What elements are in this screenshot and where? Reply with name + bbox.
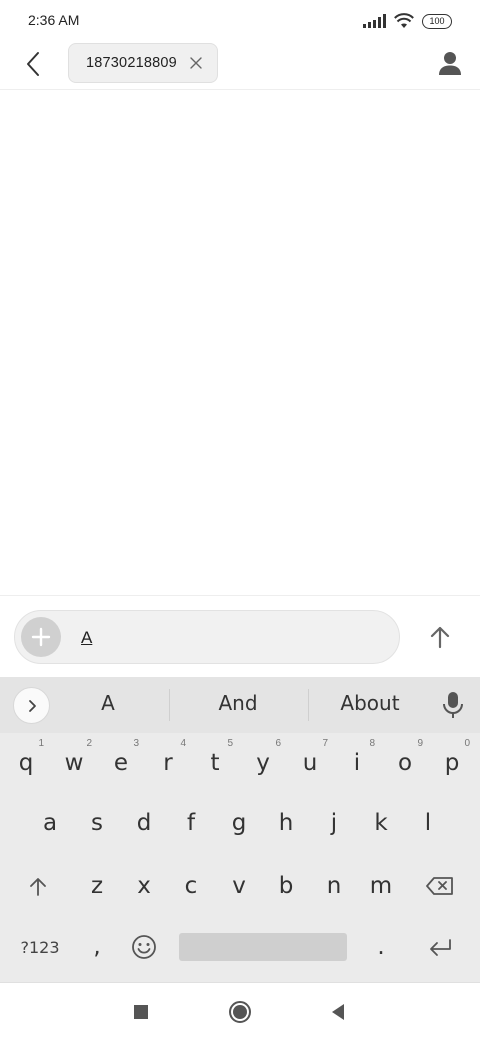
contact-button[interactable] [434, 48, 466, 80]
key-h[interactable]: h [264, 797, 308, 849]
key-n[interactable]: n [312, 860, 356, 912]
key-m[interactable]: m [359, 860, 403, 912]
suggestion-2[interactable]: And [173, 691, 303, 715]
send-button[interactable] [424, 621, 456, 653]
triangle-back-icon [332, 1004, 344, 1020]
compose-bar: A [0, 595, 480, 677]
key-o[interactable]: o9 [383, 737, 427, 789]
key-s[interactable]: s [75, 797, 119, 849]
key-l[interactable]: l [406, 797, 450, 849]
comma-key[interactable]: , [75, 921, 119, 973]
message-input[interactable]: A [14, 610, 400, 664]
key-u[interactable]: u7 [288, 737, 332, 789]
period-key[interactable]: . [359, 921, 403, 973]
wifi-icon [394, 13, 414, 28]
key-j[interactable]: j [312, 797, 356, 849]
key-v[interactable]: v [217, 860, 261, 912]
key-x[interactable]: x [122, 860, 166, 912]
backspace-key[interactable] [418, 860, 462, 912]
key-q[interactable]: q1 [4, 737, 48, 789]
enter-key[interactable] [418, 921, 462, 973]
key-b[interactable]: b [264, 860, 308, 912]
key-e[interactable]: e3 [99, 737, 143, 789]
backspace-icon [426, 877, 453, 895]
microphone-icon [443, 692, 463, 718]
system-nav-bar [0, 982, 480, 1040]
status-time: 2:36 AM [28, 12, 80, 28]
key-g[interactable]: g [217, 797, 261, 849]
key-t[interactable]: t5 [193, 737, 237, 789]
emoji-key[interactable] [122, 921, 166, 973]
enter-icon [430, 939, 451, 956]
space-key[interactable] [179, 933, 347, 961]
signal-icon [363, 14, 386, 28]
message-text: A [81, 628, 93, 647]
key-a[interactable]: a [28, 797, 72, 849]
recents-button[interactable] [127, 998, 155, 1026]
home-button[interactable] [226, 998, 254, 1026]
key-w[interactable]: w2 [52, 737, 96, 789]
key-d[interactable]: d [122, 797, 166, 849]
key-r[interactable]: r4 [146, 737, 190, 789]
person-icon [439, 52, 461, 75]
key-c[interactable]: c [169, 860, 213, 912]
suggestion-divider [169, 689, 170, 721]
plus-icon [31, 627, 51, 647]
message-list [0, 91, 480, 594]
attach-button[interactable] [21, 617, 61, 657]
key-z[interactable]: z [75, 860, 119, 912]
emoji-icon [132, 935, 156, 959]
key-i[interactable]: i8 [335, 737, 379, 789]
key-y[interactable]: y6 [241, 737, 285, 789]
circle-icon [229, 1001, 251, 1023]
key-p[interactable]: p0 [430, 737, 474, 789]
status-icons: 100 [363, 12, 452, 30]
arrow-left-icon [27, 52, 39, 76]
back-button[interactable] [18, 48, 50, 80]
status-bar: 2:36 AM 100 [0, 0, 480, 42]
recipient-number: 18730218809 [86, 55, 177, 71]
suggestion-bar: A And About [0, 677, 480, 733]
conversation-header: 18730218809 [0, 42, 480, 90]
suggestion-1[interactable]: A [43, 691, 173, 715]
voice-input-button[interactable] [440, 690, 466, 720]
square-icon [134, 1005, 148, 1019]
suggestion-3[interactable]: About [305, 691, 435, 715]
close-icon[interactable] [189, 56, 203, 70]
back-nav-button[interactable] [324, 998, 352, 1026]
shift-arrow-icon [30, 878, 46, 896]
soft-keyboard: A And About q1 w2 e3 r4 t5 y6 u7 i8 o9 p… [0, 677, 480, 982]
chevron-right-icon [28, 699, 36, 712]
battery-icon: 100 [422, 13, 452, 29]
arrow-up-icon [430, 626, 450, 649]
key-k[interactable]: k [359, 797, 403, 849]
recipient-chip[interactable]: 18730218809 [68, 43, 218, 83]
shift-key[interactable] [16, 860, 60, 912]
symbols-key[interactable]: ?123 [14, 921, 66, 973]
key-f[interactable]: f [169, 797, 213, 849]
